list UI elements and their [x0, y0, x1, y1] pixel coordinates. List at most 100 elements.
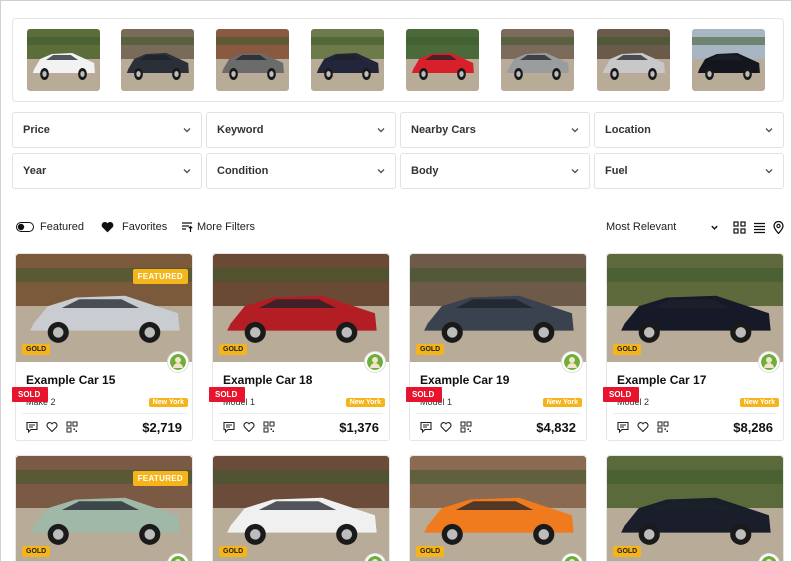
featured-toggle[interactable]: Featured — [16, 221, 84, 233]
filter-keyword[interactable]: Keyword — [206, 112, 396, 148]
listing-page: Price Keyword Nearby Cars Location Year … — [0, 0, 792, 562]
car-photo[interactable]: GOLD — [410, 456, 586, 561]
gold-badge: GOLD — [613, 546, 642, 557]
car-card[interactable]: GOLD — [212, 455, 390, 561]
dealer-avatar[interactable] — [562, 352, 582, 372]
car-card[interactable]: GOLD — [409, 455, 587, 561]
thumbnail-3[interactable] — [216, 29, 289, 91]
car-card[interactable]: GOLD — [606, 455, 784, 561]
more-filters-label: More Filters — [197, 221, 256, 233]
filter-price[interactable]: Price — [12, 112, 202, 148]
gold-badge: GOLD — [416, 546, 445, 557]
car-price: $8,286 — [733, 420, 773, 435]
car-card[interactable]: GOLD Example Car 19 Model 1 SOLD New York $… — [406, 253, 587, 441]
car-price: $4,832 — [536, 420, 576, 435]
sort-dropdown[interactable]: Most Relevant — [606, 221, 721, 233]
car-photo[interactable]: GOLD — [410, 254, 586, 362]
filter-body[interactable]: Body — [400, 153, 590, 189]
heart-icon[interactable] — [46, 420, 58, 433]
gold-badge: GOLD — [613, 344, 642, 355]
filter-condition[interactable]: Condition — [206, 153, 396, 189]
message-icon[interactable] — [420, 420, 432, 434]
thumbnail-2[interactable] — [121, 29, 194, 91]
message-icon[interactable] — [223, 420, 235, 434]
grid-view-icon[interactable] — [733, 221, 746, 234]
dealer-avatar[interactable] — [759, 352, 779, 372]
featured-badge: FEATURED — [132, 269, 188, 284]
car-card[interactable]: FEATURED GOLD Example Car 15 Make 2 SOLD New… — [12, 253, 193, 441]
more-filters-button[interactable]: More Filters — [181, 221, 255, 233]
qr-code-icon[interactable] — [263, 420, 275, 433]
card-actions — [223, 420, 275, 434]
gold-badge: GOLD — [219, 344, 248, 355]
chevron-down-icon — [377, 169, 385, 174]
car-price: $2,719 — [142, 420, 182, 435]
sold-badge: SOLD — [209, 387, 246, 402]
thumbnail-7[interactable] — [597, 29, 670, 91]
card-divider — [219, 413, 383, 414]
filter-condition-label: Condition — [217, 165, 269, 177]
city-badge: New York — [148, 398, 188, 407]
qr-code-icon[interactable] — [460, 420, 472, 433]
city-badge: New York — [345, 398, 385, 407]
gold-badge: GOLD — [22, 546, 51, 557]
thumbnail-1[interactable] — [27, 29, 100, 91]
message-icon[interactable] — [26, 420, 38, 434]
avatar-image — [170, 354, 186, 370]
car-photo[interactable]: FEATURED GOLD — [16, 254, 192, 362]
avatar-image — [761, 556, 777, 561]
car-card[interactable]: FEATURED GOLD — [15, 455, 193, 561]
sold-badge: SOLD — [603, 387, 640, 402]
car-photo[interactable]: FEATURED GOLD — [16, 456, 192, 561]
gold-badge: GOLD — [22, 344, 51, 355]
car-photo[interactable]: GOLD — [213, 456, 389, 561]
toggle-icon[interactable] — [16, 222, 34, 232]
heart-icon[interactable] — [243, 420, 255, 433]
avatar-image — [367, 354, 383, 370]
car-photo[interactable]: GOLD — [213, 254, 389, 362]
thumbnail-strip — [12, 18, 784, 102]
car-photo[interactable]: GOLD — [607, 254, 783, 362]
city-badge: New York — [542, 398, 582, 407]
chevron-down-icon — [183, 169, 191, 174]
filter-fuel[interactable]: Fuel — [594, 153, 784, 189]
thumbnail-6-image — [501, 29, 574, 91]
car-title[interactable]: Example Car 19 — [420, 373, 509, 387]
filter-nearby-cars[interactable]: Nearby Cars — [400, 112, 590, 148]
car-title[interactable]: Example Car 17 — [617, 373, 706, 387]
avatar-image — [170, 556, 186, 561]
sold-badge: SOLD — [406, 387, 443, 402]
dealer-avatar[interactable] — [168, 352, 188, 372]
filter-year[interactable]: Year — [12, 153, 202, 189]
thumbnail-6[interactable] — [501, 29, 574, 91]
message-icon[interactable] — [617, 420, 629, 434]
filter-price-label: Price — [23, 124, 50, 136]
heart-icon[interactable] — [637, 420, 649, 433]
thumbnail-8[interactable] — [692, 29, 765, 91]
chevron-down-icon — [377, 128, 385, 133]
thumbnail-4[interactable] — [311, 29, 384, 91]
card-actions — [420, 420, 472, 434]
thumbnail-5[interactable] — [406, 29, 479, 91]
dealer-avatar[interactable] — [365, 352, 385, 372]
filter-location[interactable]: Location — [594, 112, 784, 148]
car-photo[interactable]: GOLD — [607, 456, 783, 561]
car-card[interactable]: GOLD Example Car 17 Model 2 SOLD New York $… — [603, 253, 784, 441]
thumbnail-8-image — [692, 29, 765, 91]
sort-value: Most Relevant — [606, 221, 677, 233]
list-view-icon[interactable] — [753, 221, 766, 234]
map-pin-icon[interactable] — [772, 221, 785, 234]
card-actions — [26, 420, 78, 434]
avatar-image — [564, 354, 580, 370]
car-price: $1,376 — [339, 420, 379, 435]
car-card[interactable]: GOLD Example Car 18 Model 1 SOLD New York $… — [209, 253, 390, 441]
car-title[interactable]: Example Car 18 — [223, 373, 312, 387]
favorites-button[interactable]: Favorites — [101, 221, 167, 233]
heart-icon[interactable] — [440, 420, 452, 433]
thumbnail-3-image — [216, 29, 289, 91]
car-title[interactable]: Example Car 15 — [26, 373, 115, 387]
qr-code-icon[interactable] — [657, 420, 669, 433]
featured-label: Featured — [40, 221, 85, 233]
thumbnail-5-image — [406, 29, 479, 91]
qr-code-icon[interactable] — [66, 420, 78, 433]
